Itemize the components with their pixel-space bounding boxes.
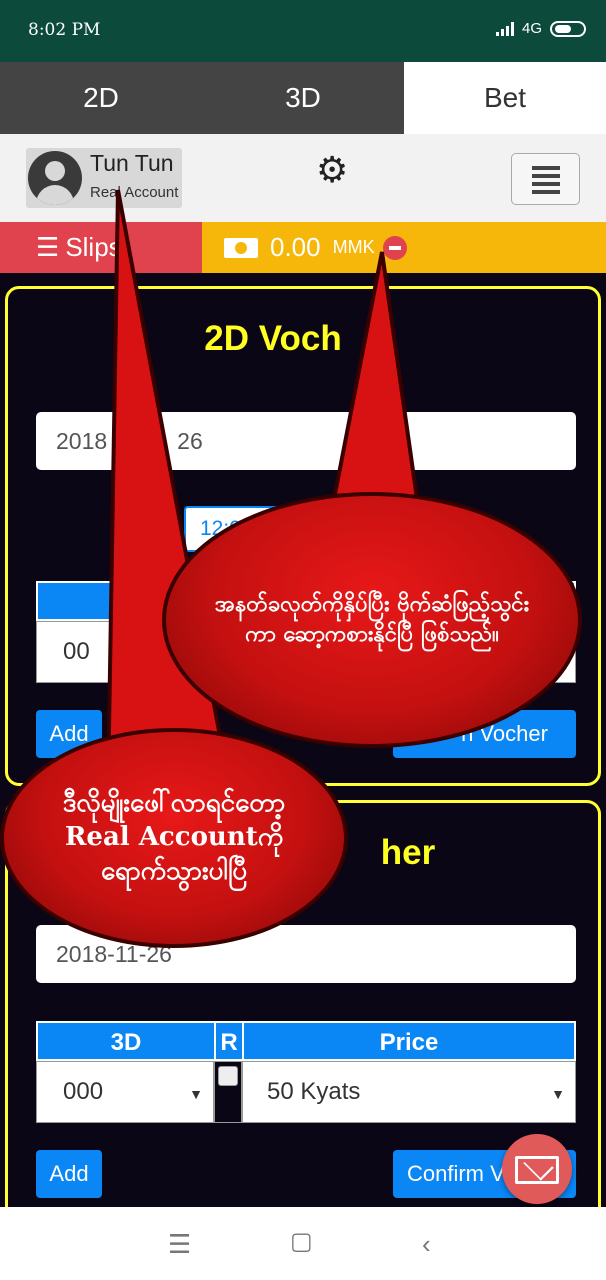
hamburger-menu-button[interactable] (511, 153, 580, 205)
user-name: Tun Tun (90, 150, 174, 176)
balance-amount: 0.00 (270, 232, 321, 262)
account-type: Real Account (90, 184, 179, 201)
gear-icon[interactable]: ⚙ (316, 152, 348, 188)
account-callout: ဒီလိုမျိုးဖေါ်လာရင်တော့ Real Accountကိုရ… (0, 728, 348, 948)
number-value-3d: 000 (63, 1078, 104, 1105)
number-value-2d: 00 (63, 638, 90, 665)
date-input-2d[interactable]: 2018 26 (36, 412, 576, 470)
account-callout-line1: ဒီလိုမျိုးဖေါ်လာရင်တော့ (62, 788, 286, 819)
back-nav-icon[interactable]: ‹ (422, 1229, 431, 1260)
system-nav-bar: ☰ ▢ ‹ (0, 1207, 606, 1280)
home-nav-icon[interactable]: ▢ (290, 1227, 313, 1256)
status-time: 8:02 PM (28, 20, 101, 40)
header-r: R (216, 1023, 244, 1063)
cash-icon (224, 237, 258, 258)
dropdown-arrow-icon: ▼ (551, 1086, 565, 1102)
add-button-3d[interactable]: Add (36, 1150, 102, 1198)
balance-display: 0.00 MMK (202, 222, 606, 273)
status-bar: 8:02 PM 4G (0, 0, 606, 62)
balance-callout: အနတ်ခလုတ်ကိုနှိပ်ပြီး ဗိုက်ဆံဖြည့်သွင်းက… (162, 492, 582, 748)
user-account-button[interactable]: Tun Tun Real Account (26, 148, 182, 208)
slips-label: Slips (65, 232, 122, 262)
date-tail-2d: 26 (177, 427, 203, 454)
tab-bar: 2D 3D Bet (0, 62, 606, 134)
slips-balance-bar: ☰ Slips 0.00 MMK (0, 222, 606, 273)
slips-button[interactable]: ☰ Slips (0, 222, 202, 273)
envelope-icon (515, 1156, 559, 1184)
header-3d: 3D (38, 1023, 216, 1063)
header-price: Price (379, 1029, 439, 1056)
reverse-checkbox[interactable] (214, 1061, 242, 1123)
dropdown-arrow-icon: ▼ (189, 1086, 203, 1102)
panel-2d-title: 2D Voch (204, 319, 342, 358)
tab-2d[interactable]: 2D (0, 62, 202, 134)
avatar-icon (28, 151, 82, 205)
menu-nav-icon[interactable]: ☰ (168, 1229, 191, 1260)
signal-icon (495, 21, 514, 36)
account-callout-line2: Real Accountကိုရောက်သွားပါပြီ (64, 822, 284, 886)
list-icon: ☰ (36, 232, 60, 262)
date-value-2d: 2018 (56, 427, 108, 454)
tab-3d[interactable]: 3D (202, 62, 404, 134)
table-3d-header: 3D R Price (36, 1021, 576, 1063)
minus-circle-icon[interactable] (382, 235, 407, 260)
number-select-3d[interactable]: 000 ▼ (36, 1061, 214, 1123)
status-icons: 4G (495, 20, 586, 37)
price-value: 50 Kyats (267, 1078, 361, 1105)
battery-icon (550, 20, 586, 37)
balance-callout-text: အနတ်ခလုတ်ကိုနှိပ်ပြီး ဗိုက်ဆံဖြည့်သွင်းက… (214, 591, 530, 647)
mail-button[interactable] (502, 1134, 572, 1204)
table-3d: 3D R Price 000 ▼ 50 Kyats ▼ (36, 1021, 576, 1125)
tab-bet[interactable]: Bet (404, 62, 606, 134)
user-bar: Tun Tun Real Account ⚙ (0, 134, 606, 222)
network-type: 4G (521, 20, 542, 37)
price-select[interactable]: 50 Kyats ▼ (242, 1061, 576, 1123)
table-row: 000 ▼ 50 Kyats ▼ (36, 1061, 576, 1123)
balance-currency: MMK (332, 237, 375, 257)
